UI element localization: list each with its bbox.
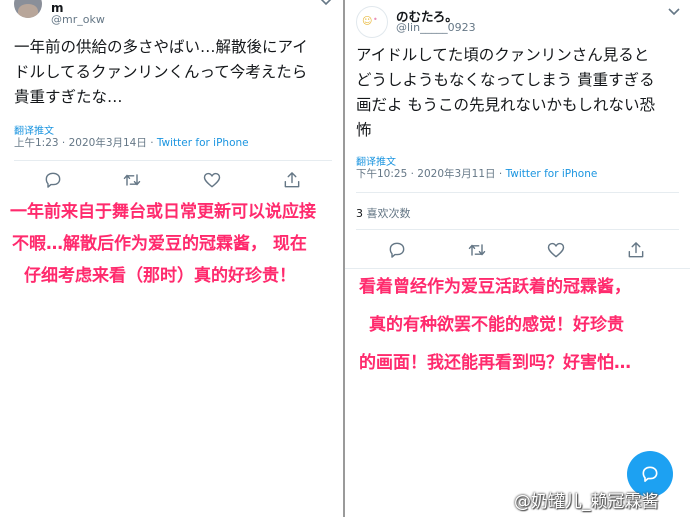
tweet-text: アイドルしてた頃のクァンリンさん見ると どうしようもなくなってしまう 貴重すぎる… [356, 43, 655, 143]
caption-line: 看着曾经作为爱豆活跃着的冠霖酱， [359, 277, 631, 297]
tweet-text-line: ドルしてるクァンリンくんって今考えたら [14, 63, 308, 81]
reply-icon [389, 242, 405, 258]
caption-line: 不暇…解散后作为爱豆的冠霖酱， 现在 [12, 234, 307, 254]
divider [356, 229, 679, 230]
reply-button[interactable] [387, 240, 407, 260]
avatar[interactable]: ☺ • [356, 6, 388, 38]
reply-button[interactable] [43, 170, 63, 190]
tweet-text-line: どうしようもなくなってしまう 貴重すぎる [356, 71, 655, 89]
like-icon [547, 242, 565, 258]
translation-caption: 一年前来自于舞台或日常更新可以说应接 不暇…解散后作为爱豆的冠霖酱， 现在 仔细… [10, 196, 316, 292]
likes-number: 3 [356, 207, 363, 220]
translation-caption: 看着曾经作为爱豆活跃着的冠霖酱， 真的有种欲罢不能的感觉！好珍贵 的画面！我还能… [359, 268, 631, 382]
right-tweet-card: ☺ • のむたろ。 @lin_____0923 アイドルしてた頃のクァンリンさん… [345, 0, 690, 517]
caret-down-icon[interactable] [319, 0, 333, 10]
tweet-timestamp: 上午1:23 · 2020年3月14日 · Twitter for iPhone [14, 135, 249, 150]
divider [356, 192, 679, 193]
likes-label: 喜欢次数 [363, 207, 411, 220]
timestamp-text: 上午1:23 · 2020年3月14日 · [14, 137, 157, 149]
tweet-text-line: 貴重すぎたな… [14, 88, 123, 106]
likes-count[interactable]: 3 喜欢次数 [356, 205, 411, 221]
retweet-button[interactable] [122, 170, 142, 190]
tweet-timestamp: 下午10:25 · 2020年3月11日 · Twitter for iPhon… [356, 166, 597, 181]
like-button[interactable] [202, 170, 222, 190]
tweet-text-line: 怖 [356, 121, 372, 139]
avatar[interactable] [14, 0, 42, 18]
compose-icon [642, 466, 658, 482]
like-icon [203, 172, 221, 188]
tweet-text-line: アイドルしてた頃のクァンリンさん見ると [356, 46, 650, 64]
reply-icon [45, 172, 61, 188]
left-tweet-card: m @mr_okw 一年前の供給の多さやばい…解散後にアイ ドルしてるクァンリン… [0, 0, 343, 517]
tweet-text-line: 一年前の供給の多さやばい…解散後にアイ [14, 38, 308, 56]
caption-line: 一年前来自于舞台或日常更新可以说应接 [10, 202, 316, 222]
tweet-author-handle[interactable]: @mr_okw [51, 13, 105, 26]
like-button[interactable] [546, 240, 566, 260]
tweet-source-link[interactable]: Twitter for iPhone [157, 137, 249, 149]
caret-down-icon[interactable] [667, 6, 681, 20]
share-icon [284, 172, 300, 188]
caption-line: 真的有种欲罢不能的感觉！好珍贵 [369, 315, 624, 335]
timestamp-text: 下午10:25 · 2020年3月11日 · [356, 168, 506, 180]
retweet-icon [123, 174, 141, 186]
tweet-text-line: 画だよ もうこの先見れないかもしれない恐 [356, 96, 655, 114]
tweet-text: 一年前の供給の多さやばい…解散後にアイ ドルしてるクァンリンくんって今考えたら … [14, 35, 308, 110]
share-button[interactable] [626, 240, 646, 260]
retweet-icon [468, 244, 486, 256]
tweet-author-handle[interactable]: @lin_____0923 [396, 21, 476, 34]
tweet-source-link[interactable]: Twitter for iPhone [506, 168, 598, 180]
retweet-button[interactable] [467, 240, 487, 260]
share-button[interactable] [282, 170, 302, 190]
caption-line: 仔细考虑来看（那时）真的好珍贵！ [24, 266, 296, 286]
share-icon [628, 242, 644, 258]
weibo-watermark: @奶罐儿_赖冠霖酱 [514, 492, 659, 512]
caption-line: 的画面！我还能再看到吗？好害怕… [359, 353, 631, 373]
divider [14, 160, 332, 161]
